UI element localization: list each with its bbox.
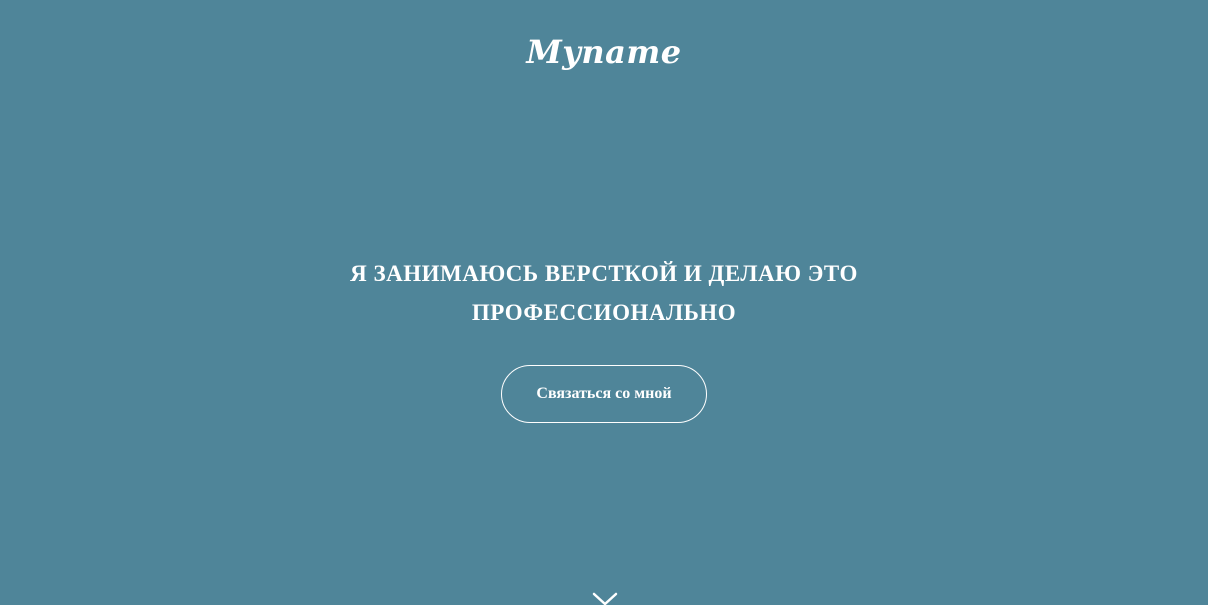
logo[interactable]: Myname xyxy=(0,28,1208,76)
scroll-down-button[interactable] xyxy=(591,588,619,605)
hero-section: Я занимаюсь версткой и делаю это професс… xyxy=(0,254,1208,423)
hero-headline-line-2: профессионально xyxy=(471,300,737,325)
contact-me-button[interactable]: Связаться со мной xyxy=(501,365,707,423)
hero-headline-line-1: Я занимаюсь версткой и делаю это xyxy=(350,261,858,286)
chevron-down-icon xyxy=(592,592,618,605)
hero-headline: Я занимаюсь версткой и делаю это професс… xyxy=(304,254,904,332)
